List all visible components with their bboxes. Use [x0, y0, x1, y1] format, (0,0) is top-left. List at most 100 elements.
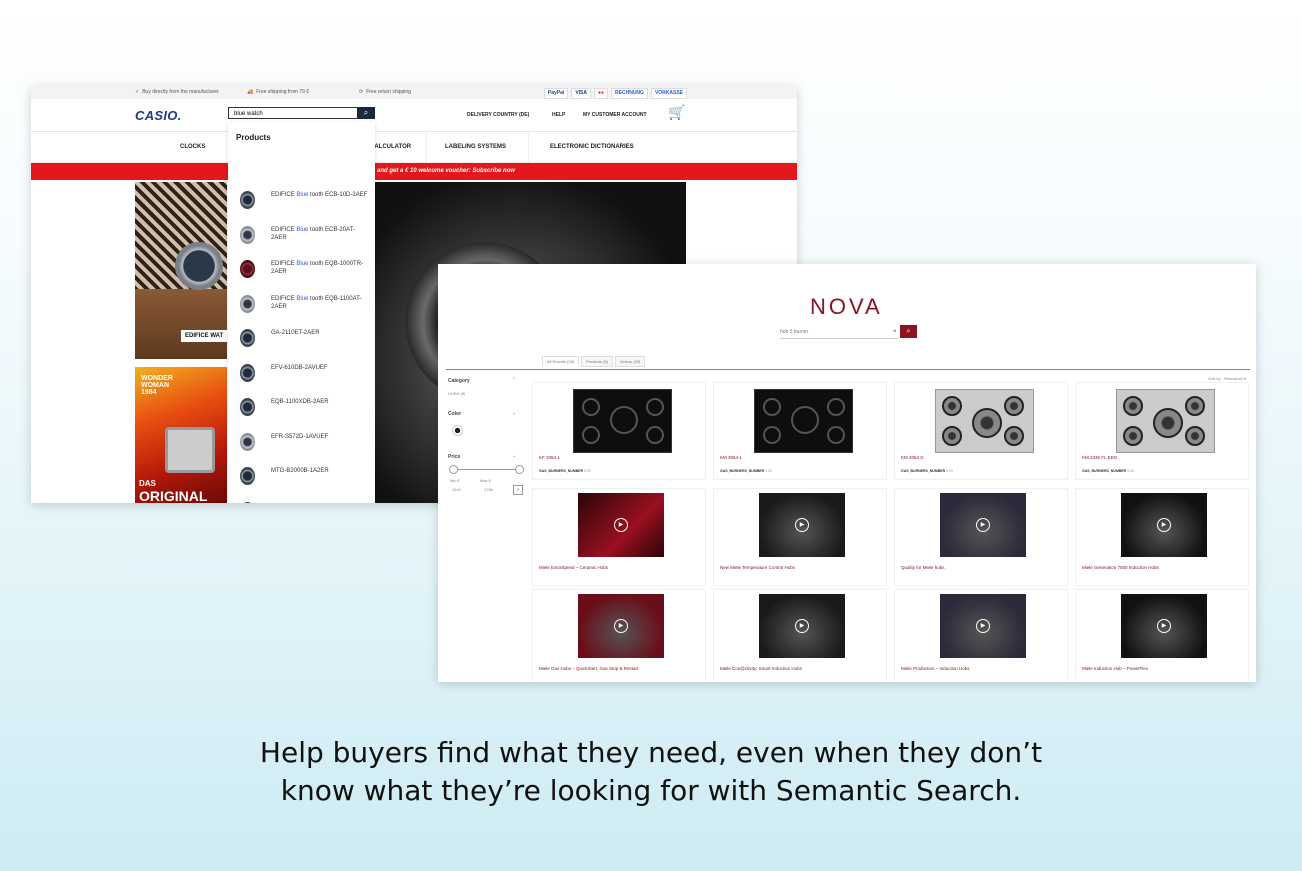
play-icon[interactable]: ▶ [614, 619, 628, 633]
rechnung-logo: RECHNUNG [611, 88, 648, 99]
cart-icon[interactable]: 🛒 [668, 104, 685, 121]
filter-category-value[interactable]: HOBS (8) [448, 391, 465, 396]
suggestion-item[interactable]: GA-2110ET-2AER [228, 323, 375, 357]
slider-handle-min[interactable] [449, 465, 458, 474]
play-icon[interactable]: ▶ [795, 518, 809, 532]
suggestion-item[interactable]: PRO TREK PRT-B50-2ER [228, 496, 375, 504]
tab-videos[interactable]: Videos (20) [614, 356, 646, 367]
burner-shape [646, 426, 664, 444]
suggestion-item[interactable]: EQB-1100XDB-2AER [228, 392, 375, 426]
sort-select[interactable]: Sort by Relevance ▾ [1208, 376, 1246, 381]
header: CASIO. blue watch ⌕ DELIVERY COUNTRY (DE… [31, 99, 797, 132]
video-thumbnail: ▶ [759, 493, 845, 557]
video-thumbnail: ▶ [578, 493, 664, 557]
price-apply-button[interactable]: › [513, 485, 523, 495]
chevron-down-icon[interactable]: ⌄ [512, 410, 516, 416]
product-card[interactable]: KF 3354-1 GAS_BURNERS_NUMBER 5.00 [532, 382, 706, 480]
play-icon[interactable]: ▶ [1157, 619, 1171, 633]
casio-logo[interactable]: CASIO. [135, 108, 182, 123]
burner-shape [942, 396, 962, 416]
play-icon[interactable]: ▶ [614, 518, 628, 532]
suggestion-label: MTG-B2000B-1A2ER [271, 468, 329, 474]
nav-calculator[interactable]: CALCULATOR [370, 144, 411, 150]
suggestion-item[interactable]: EDIFICE Blue tooth EQB-1100AT-2AER [228, 289, 375, 323]
paypal-logo: PayPal [543, 88, 569, 99]
chevron-up-icon[interactable]: ⌃ [512, 377, 516, 383]
product-card[interactable]: KM 2054 G GAS_BURNERS_NUMBER 5.00 [894, 382, 1068, 480]
video-card[interactable]: ▶ Quality for Miele hobs [894, 488, 1068, 586]
delivery-country-link[interactable]: DELIVERY COUNTRY (DE) [467, 112, 529, 118]
nav-dictionaries[interactable]: ELECTRONIC DICTIONARIES [550, 144, 634, 150]
wonder-woman-promo-image[interactable]: WONDER WOMAN 1984 DAS ORIGINAL [135, 367, 227, 503]
video-title[interactable]: Miele Induction Hob – PowerFlex [1082, 666, 1148, 671]
search-input[interactable]: hob 5 burner [780, 326, 898, 339]
video-card[interactable]: ▶ Miele Gas Hobs – QuickStart, Gas Stop &… [532, 589, 706, 682]
video-card[interactable]: ▶ Miele Generation 7000 Induction Hobs [1075, 488, 1249, 586]
video-title[interactable]: Miele Gas Hobs – QuickStart, Gas Stop & … [539, 666, 638, 671]
vorkasse-logo: VORKASSE [650, 88, 687, 99]
search-button[interactable]: ⌕ [357, 107, 375, 119]
account-link[interactable]: MY CUSTOMER ACCOUNT [583, 112, 647, 118]
suggestion-item[interactable]: EFV-610DB-2AVUEF [228, 358, 375, 392]
watch-thumbnail [240, 191, 255, 209]
play-icon[interactable]: ▶ [1157, 518, 1171, 532]
play-icon[interactable]: ▶ [976, 518, 990, 532]
filter-category-heading[interactable]: Category [448, 378, 470, 384]
search-input[interactable]: blue watch [228, 107, 375, 119]
watch-thumbnail [240, 363, 255, 382]
search-icon: ⌕ [906, 328, 911, 335]
video-card[interactable]: ▶ New Miele Temperature Control Hobs [713, 488, 887, 586]
video-title[interactable]: Miele ExtraSpeed – Ceramic Hobs [539, 565, 608, 570]
edifice-label[interactable]: EDIFICE WAT [181, 330, 228, 342]
suggestion-item[interactable]: MTG-B2000B-1A2ER [228, 461, 375, 495]
video-title[interactable]: Miele Con@ctivity: Smart Induction Hobs [720, 666, 802, 671]
product-title[interactable]: KF 3354-1 [539, 455, 560, 460]
product-card[interactable]: KM 2335 FL EDG GAS_BURNERS_NUMBER 5.00 [1075, 382, 1249, 480]
video-title[interactable]: New Miele Temperature Control Hobs [720, 565, 795, 570]
product-title[interactable]: KM 2054 G [901, 455, 924, 460]
video-title[interactable]: Miele Generation 7000 Induction Hobs [1082, 565, 1159, 570]
suggestion-item[interactable]: EDIFICE Blue tooth EQB-1000TR-2AER [228, 254, 375, 288]
filter-price-heading[interactable]: Price [448, 454, 460, 460]
product-title[interactable]: KM 2335 FL EDG [1082, 455, 1117, 460]
tab-products[interactable]: Products (8) [581, 356, 613, 367]
product-card[interactable]: KM 3054-1 GAS_BURNERS_NUMBER 5.00 [713, 382, 887, 480]
price-min-input[interactable]: 1644 [452, 487, 461, 492]
clear-icon[interactable]: × [893, 326, 897, 338]
nav-clocks[interactable]: CLOCKS [180, 144, 205, 150]
promo-title: WONDER WOMAN 1984 [141, 375, 173, 396]
play-icon[interactable]: ▶ [976, 619, 990, 633]
hob-image [573, 389, 672, 453]
video-card[interactable]: ▶ Miele Production – Induction Hobs [894, 589, 1068, 682]
burner-shape [791, 406, 819, 434]
help-link[interactable]: HELP [552, 112, 565, 118]
suggestion-item[interactable]: EDIFICE Blue tooth ECB-20AT-2AER [228, 220, 375, 254]
product-title[interactable]: KM 3054-1 [720, 455, 742, 460]
play-icon[interactable]: ▶ [795, 619, 809, 633]
burner-shape [1123, 396, 1143, 416]
video-card[interactable]: ▶ Miele ExtraSpeed – Ceramic Hobs [532, 488, 706, 586]
price-max-input[interactable]: 1766 [484, 487, 493, 492]
color-swatch[interactable] [452, 425, 463, 436]
search-button[interactable]: ⌕ [900, 325, 917, 338]
suggestion-item[interactable]: EFR-S572D-1AVUEF [228, 427, 375, 461]
chevron-down-icon[interactable]: ⌄ [512, 453, 516, 459]
nav-labeling[interactable]: LABELING SYSTEMS [445, 144, 506, 150]
tab-all-results[interactable]: All Results (28) [542, 356, 580, 367]
video-card[interactable]: ▶ Miele Induction Hob – PowerFlex [1075, 589, 1249, 682]
slider-handle-max[interactable] [515, 465, 524, 474]
burner-shape [1004, 396, 1024, 416]
suggestion-item[interactable]: EDIFICE Blue tooth ECB-10D-2AEF [228, 185, 375, 219]
payment-logos: PayPal VISA ●● RECHNUNG VORKASSE [543, 88, 687, 99]
watch-thumbnail [240, 260, 255, 278]
watch-image [175, 242, 223, 290]
newsletter-banner[interactable]: and get a € 10 welcome voucher: Subscrib… [31, 163, 797, 180]
nova-logo[interactable]: NOVA [810, 294, 883, 320]
video-card[interactable]: ▶ Miele Con@ctivity: Smart Induction Hobs [713, 589, 887, 682]
video-title[interactable]: Quality for Miele hobs [901, 565, 945, 570]
filter-color-heading[interactable]: Color [448, 411, 461, 417]
subscribe-link[interactable]: Subscribe now [472, 168, 515, 174]
video-title[interactable]: Miele Production – Induction Hobs [901, 666, 970, 671]
price-slider[interactable] [449, 465, 524, 474]
suggestion-label: PRO TREK PRT-B50-2ER [271, 502, 369, 504]
